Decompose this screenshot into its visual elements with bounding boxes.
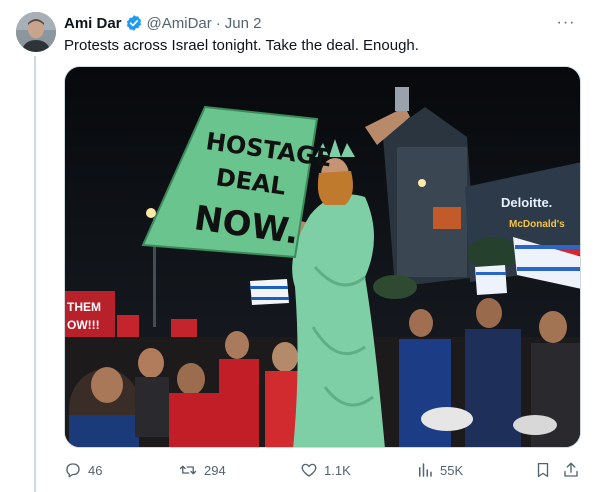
share-button[interactable] (562, 458, 586, 482)
billboard-deloitte: Deloitte. (501, 195, 552, 210)
author-name[interactable]: Ami Dar (64, 15, 122, 32)
views-bar-chart-icon (419, 463, 432, 477)
author-handle[interactable]: @AmiDar (147, 15, 212, 32)
heart-icon (301, 463, 317, 477)
views-count: 55K (440, 462, 464, 478)
tweet-header: Ami Dar @AmiDar · Jun 2 ··· (64, 12, 584, 34)
tweet-text: Protests across Israel tonight. Take the… (64, 37, 419, 54)
more-options-icon[interactable]: ··· (552, 12, 580, 34)
separator-dot: · (215, 14, 221, 32)
billboard-mcdonalds: McDonald's (509, 219, 565, 230)
reply-button[interactable]: 46 (64, 458, 102, 482)
like-count: 1.1K (324, 462, 351, 478)
tweet-date[interactable]: Jun 2 (225, 15, 262, 32)
bookmark-button[interactable] (534, 458, 558, 482)
tweet-photo[interactable]: Deloitte. McDonald's THEM OW!!! HOSTAGE … (64, 66, 581, 448)
repost-icon (179, 465, 197, 475)
thread-line (34, 56, 36, 492)
views-button[interactable]: 55K (416, 458, 463, 482)
tweet-actions: 46 294 1.1K 55K (64, 458, 584, 482)
bookmark-icon (537, 462, 549, 478)
repost-count: 294 (204, 462, 226, 478)
svg-text:THEM: THEM (67, 300, 101, 314)
like-button[interactable]: 1.1K (300, 458, 351, 482)
avatar[interactable] (16, 12, 56, 52)
svg-text:OW!!!: OW!!! (67, 318, 100, 332)
share-icon (564, 462, 578, 477)
reply-icon (66, 463, 80, 478)
reply-count: 46 (88, 462, 103, 478)
verified-badge-icon (125, 14, 143, 32)
repost-button[interactable]: 294 (178, 458, 226, 482)
